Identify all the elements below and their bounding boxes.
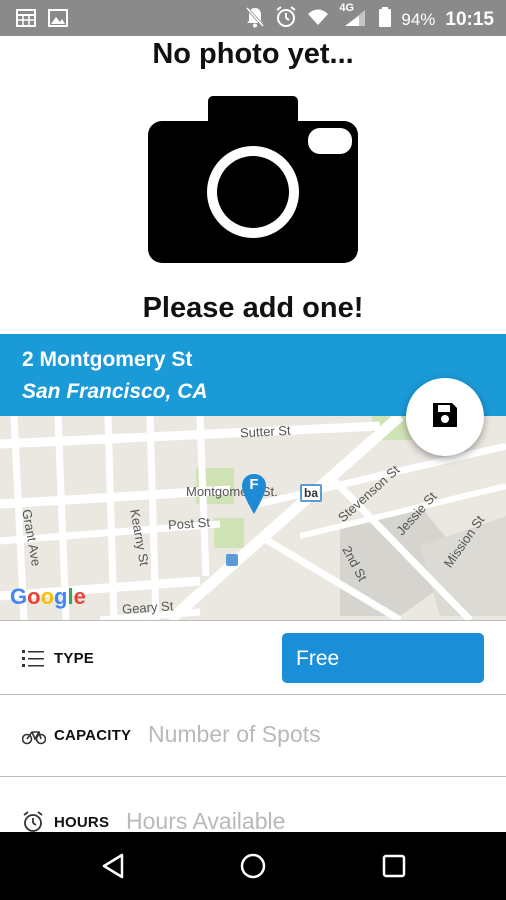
hours-label: HOURS: [54, 814, 110, 831]
bicycle-icon: [21, 727, 47, 750]
hours-input[interactable]: Hours Available: [126, 808, 285, 835]
alarm-icon: [275, 6, 297, 33]
cellular-signal-icon: 4G: [339, 2, 369, 33]
calendar-icon: [16, 9, 36, 32]
image-icon: [48, 9, 68, 32]
station-marker[interactable]: F: [242, 474, 266, 514]
list-icon: [22, 649, 44, 674]
google-logo: Google: [10, 584, 86, 609]
type-label: TYPE: [54, 650, 94, 667]
wifi-icon: [307, 8, 329, 31]
save-floppy-icon: [431, 401, 459, 434]
capacity-label: CAPACITY: [54, 727, 132, 744]
status-bar: 4G 94% 10:15: [0, 0, 506, 36]
recents-button[interactable]: [374, 846, 414, 886]
save-button[interactable]: [406, 378, 484, 456]
home-button[interactable]: [233, 846, 273, 886]
add-photo-prompt: Please add one!: [142, 292, 364, 324]
back-button[interactable]: [94, 846, 134, 886]
map-street-label: Sutter St: [239, 422, 291, 441]
type-row: TYPE Free: [0, 620, 506, 695]
no-photo-heading: No photo yet...: [152, 38, 354, 70]
bart-badge: ba: [300, 484, 323, 502]
capacity-row: CAPACITY Number of Spots: [0, 695, 506, 777]
map-street-label: Post St: [167, 514, 211, 533]
photo-area[interactable]: No photo yet... Please add one!: [0, 36, 506, 334]
capacity-input[interactable]: Number of Spots: [148, 721, 321, 748]
type-select[interactable]: Free: [282, 633, 484, 683]
navigation-bar: [0, 832, 506, 900]
address-city: San Francisco, CA: [22, 380, 208, 403]
muted-bell-icon: [245, 6, 265, 33]
clock: 10:15: [445, 8, 494, 30]
network-type: 4G: [339, 2, 355, 14]
station-marker-letter: F: [249, 476, 259, 493]
parking-form: TYPE Free CAPACITY Number of Spots HOURS…: [0, 620, 506, 859]
battery-icon: [379, 7, 392, 32]
battery-percent: 94%: [401, 9, 436, 29]
camera-icon[interactable]: [148, 96, 360, 264]
address-street: 2 Montgomery St: [22, 348, 193, 371]
